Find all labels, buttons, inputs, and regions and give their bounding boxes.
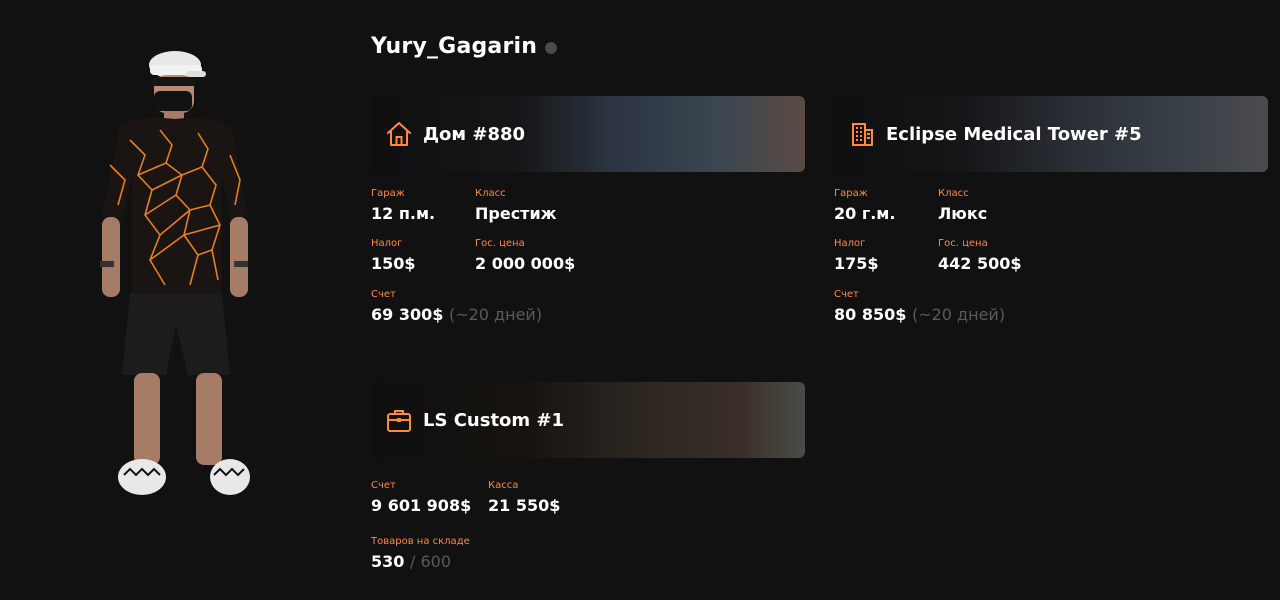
field-class: Класс Престиж — [475, 188, 557, 223]
briefcase-icon — [387, 410, 411, 432]
property-card-house[interactable]: Дом #880 Гараж 12 п.м. Класс Престиж Нал… — [371, 96, 805, 324]
field-label: Класс — [938, 188, 969, 199]
field-cashbox: Касса 21 550$ — [488, 480, 560, 515]
field-value: Люкс — [938, 204, 988, 223]
field-label: Гос. цена — [475, 238, 525, 249]
field-account: Счет 80 850$ (~20 дней) — [834, 289, 1005, 324]
property-card-apartment[interactable]: Eclipse Medical Tower #5 Гараж 20 г.м. К… — [834, 96, 1268, 324]
field-label: Касса — [488, 480, 519, 491]
field-tax: Налог 175$ — [834, 238, 879, 273]
field-account: Счет 69 300$ (~20 дней) — [371, 289, 542, 324]
field-label: Счет — [371, 480, 396, 491]
field-tax: Налог 150$ — [371, 238, 416, 273]
field-value: 12 п.м. — [371, 204, 436, 223]
field-value: 150$ — [371, 254, 416, 273]
field-gov-price: Гос. цена 2 000 000$ — [475, 238, 575, 273]
field-label: Гараж — [834, 188, 868, 199]
field-label: Налог — [834, 238, 866, 249]
field-value: Престиж — [475, 204, 557, 223]
property-title: Дом #880 — [423, 123, 526, 145]
property-card-header[interactable]: LS Custom #1 — [371, 382, 805, 458]
stock-capacity: / 600 — [409, 552, 451, 571]
field-account: Счет 9 601 908$ — [371, 480, 471, 515]
field-label: Гос. цена — [938, 238, 988, 249]
property-card-header[interactable]: Eclipse Medical Tower #5 — [834, 96, 1268, 172]
field-garage: Гараж 12 п.м. — [371, 188, 435, 223]
house-icon — [387, 122, 411, 146]
property-card-header[interactable]: Дом #880 — [371, 96, 805, 172]
field-value: 21 550$ — [488, 496, 561, 515]
player-name-row: Yury_Gagarin — [371, 34, 558, 59]
field-value: 20 г.м. — [834, 204, 896, 223]
player-name: Yury_Gagarin — [371, 34, 538, 59]
field-value: 9 601 908$ — [371, 496, 472, 515]
field-garage: Гараж 20 г.м. — [834, 188, 895, 223]
field-stock: Товаров на складе 530 / 600 — [371, 536, 470, 571]
field-label: Счет — [371, 289, 396, 300]
field-value: 175$ — [834, 254, 879, 273]
field-label: Налог — [371, 238, 403, 249]
field-gov-price: Гос. цена 442 500$ — [938, 238, 1022, 273]
status-indicator — [545, 41, 558, 54]
field-value: 2 000 000$ — [475, 254, 576, 273]
days-remaining: (~20 дней) — [911, 305, 1006, 324]
field-class: Класс Люкс — [938, 188, 987, 223]
field-value: 69 300$ (~20 дней) — [371, 305, 543, 324]
days-remaining: (~20 дней) — [448, 305, 543, 324]
field-value: 442 500$ — [938, 254, 1022, 273]
character-avatar — [90, 45, 260, 505]
property-title: Eclipse Medical Tower #5 — [886, 123, 1142, 145]
field-label: Товаров на складе — [371, 536, 470, 547]
field-label: Счет — [834, 289, 859, 300]
field-label: Класс — [475, 188, 506, 199]
property-card-business[interactable]: LS Custom #1 Счет 9 601 908$ Касса 21 55… — [371, 382, 805, 571]
field-value: 530 / 600 — [371, 552, 451, 571]
field-value: 80 850$ (~20 дней) — [834, 305, 1006, 324]
building-icon — [852, 123, 873, 146]
property-title: LS Custom #1 — [423, 409, 565, 431]
field-label: Гараж — [371, 188, 405, 199]
